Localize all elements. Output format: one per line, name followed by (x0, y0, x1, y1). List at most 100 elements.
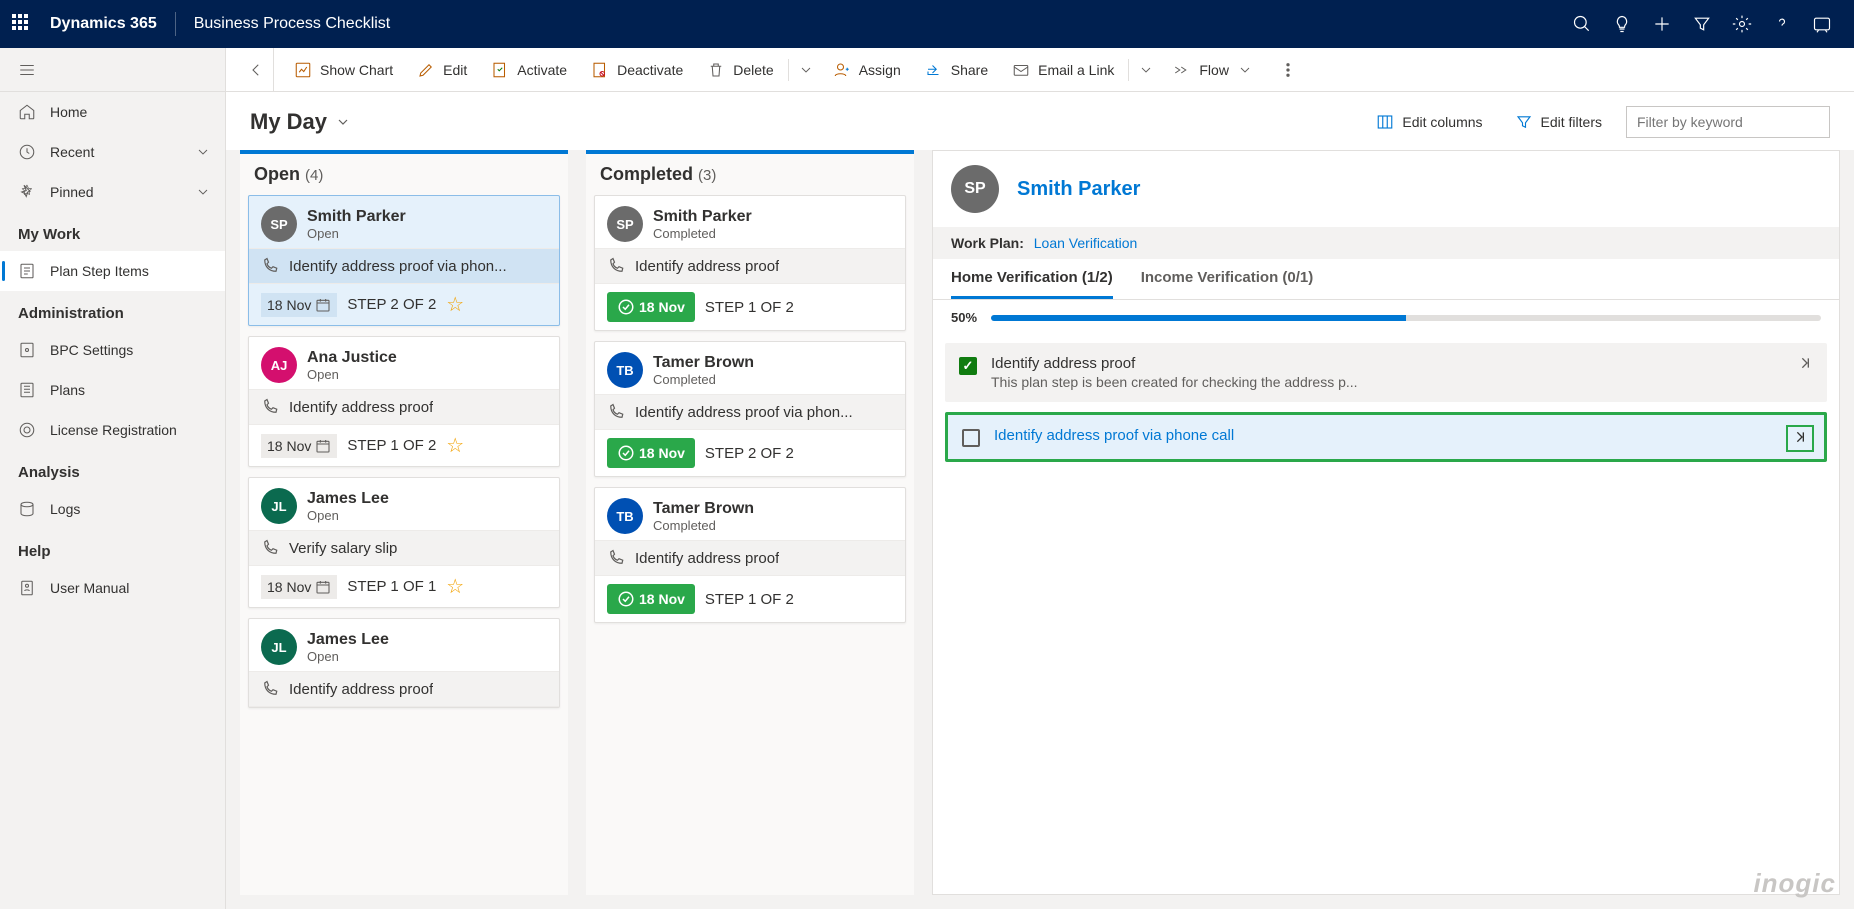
card-status: Completed (653, 226, 752, 241)
nav-label: BPC Settings (50, 342, 211, 358)
details-pane: SP Smith Parker Work Plan: Loan Verifica… (932, 150, 1840, 895)
card[interactable]: SPSmith ParkerOpenIdentify address proof… (248, 195, 560, 326)
card-task: Identify address proof via phon... (635, 404, 853, 421)
cmd-delete[interactable]: Delete (695, 52, 785, 88)
checkbox[interactable] (962, 429, 980, 447)
step-label: STEP 2 OF 2 (347, 296, 436, 313)
nav-label: Plan Step Items (50, 263, 211, 279)
assistant-icon[interactable] (1802, 0, 1842, 48)
column-count: (4) (305, 167, 323, 184)
cmd-flow[interactable]: Flow (1161, 52, 1265, 88)
tab[interactable]: Income Verification (0/1) (1141, 269, 1314, 299)
card-task: Identify address proof (635, 258, 779, 275)
cmd-email-dropdown[interactable] (1131, 52, 1161, 88)
nav-plans[interactable]: Plans (0, 370, 225, 410)
nav-plan-step-items[interactable]: Plan Step Items (0, 251, 225, 291)
card[interactable]: TBTamer BrownCompletedIdentify address p… (594, 487, 906, 623)
step-label: STEP 1 OF 2 (347, 437, 436, 454)
filter-keyword-field[interactable] (1626, 106, 1830, 138)
date-chip: 18 Nov (261, 293, 337, 317)
card-status: Open (307, 226, 406, 241)
cmd-deactivate[interactable]: Deactivate (579, 52, 695, 88)
card-status: Open (307, 367, 397, 382)
filter-icon[interactable] (1682, 0, 1722, 48)
section-analysis: Analysis (0, 450, 225, 489)
cmd-share[interactable]: Share (913, 52, 1000, 88)
cmd-edit[interactable]: Edit (405, 52, 479, 88)
tab[interactable]: Home Verification (1/2) (951, 269, 1113, 299)
cmd-delete-dropdown[interactable] (791, 52, 821, 88)
plan-item-title[interactable]: Identify address proof via phone call (994, 427, 1810, 444)
cmd-label: Assign (859, 62, 901, 78)
card[interactable]: JLJames LeeOpenIdentify address proof (248, 618, 560, 708)
app-launcher-icon[interactable] (12, 14, 32, 34)
nav-license[interactable]: License Registration (0, 410, 225, 450)
card-status: Open (307, 649, 389, 664)
cmd-more[interactable] (1273, 61, 1303, 79)
avatar: TB (607, 498, 643, 534)
checkbox[interactable] (959, 357, 977, 375)
progress-bar (991, 315, 1821, 321)
chevron-down-icon (195, 184, 211, 200)
card[interactable]: SPSmith ParkerCompletedIdentify address … (594, 195, 906, 331)
top-bar: Dynamics 365 Business Process Checklist (0, 0, 1854, 48)
help-icon[interactable] (1762, 0, 1802, 48)
date-chip: 18 Nov (261, 434, 337, 458)
column-open: Open (4) SPSmith ParkerOpenIdentify addr… (240, 150, 568, 895)
card[interactable]: JLJames LeeOpenVerify salary slip18 NovS… (248, 477, 560, 608)
nav-logs[interactable]: Logs (0, 489, 225, 529)
card-person: Smith Parker (307, 207, 406, 226)
nav-label: Home (50, 104, 211, 120)
back-button[interactable] (238, 48, 274, 92)
plan-item[interactable]: Identify address proof via phone call (945, 412, 1827, 462)
card[interactable]: AJAna JusticeOpenIdentify address proof1… (248, 336, 560, 467)
cmd-label: Share (951, 62, 988, 78)
nav-bpc-settings[interactable]: BPC Settings (0, 330, 225, 370)
star-icon: ☆ (446, 292, 464, 317)
card[interactable]: TBTamer BrownCompletedIdentify address p… (594, 341, 906, 477)
nav-recent[interactable]: Recent (0, 132, 225, 172)
nav-pinned[interactable]: Pinned (0, 172, 225, 212)
card-status: Completed (653, 372, 754, 387)
card-task: Verify salary slip (289, 540, 397, 557)
search-icon[interactable] (1562, 0, 1602, 48)
cmd-activate[interactable]: Activate (479, 52, 579, 88)
plan-item-title: Identify address proof (991, 355, 1813, 372)
plan-item[interactable]: Identify address proofThis plan step is … (945, 343, 1827, 402)
edit-filters-button[interactable]: Edit filters (1507, 107, 1610, 137)
tool-label: Edit filters (1541, 114, 1602, 130)
brand[interactable]: Dynamics 365 (50, 15, 157, 33)
nav-user-manual[interactable]: User Manual (0, 568, 225, 608)
open-item-button[interactable] (1793, 353, 1817, 376)
edit-columns-button[interactable]: Edit columns (1368, 107, 1490, 137)
sidebar-toggle[interactable] (0, 48, 225, 92)
card-person: James Lee (307, 630, 389, 649)
card-task: Identify address proof via phon... (289, 258, 507, 275)
filter-input[interactable] (1637, 114, 1819, 130)
contact-name-link[interactable]: Smith Parker (1017, 178, 1140, 201)
cmd-assign[interactable]: Assign (821, 52, 913, 88)
divider (175, 12, 176, 36)
card-person: James Lee (307, 489, 389, 508)
cmd-label: Flow (1199, 62, 1229, 78)
workplan-link[interactable]: Loan Verification (1034, 235, 1138, 251)
section-help: Help (0, 529, 225, 568)
cmd-show-chart[interactable]: Show Chart (282, 52, 405, 88)
lightbulb-icon[interactable] (1602, 0, 1642, 48)
card-task: Identify address proof (635, 550, 779, 567)
column-completed: Completed (3) SPSmith ParkerCompletedIde… (586, 150, 914, 895)
nav-label: Logs (50, 501, 211, 517)
column-title: Open (254, 164, 300, 184)
add-icon[interactable] (1642, 0, 1682, 48)
avatar: AJ (261, 347, 297, 383)
view-selector[interactable]: My Day (250, 109, 351, 135)
nav-home[interactable]: Home (0, 92, 225, 132)
settings-icon[interactable] (1722, 0, 1762, 48)
command-bar: Show Chart Edit Activate Deactivate Dele… (226, 48, 1854, 92)
open-item-button[interactable] (1786, 425, 1814, 452)
step-label: STEP 1 OF 2 (705, 591, 794, 608)
date-chip: 18 Nov (607, 438, 695, 468)
cmd-email-link[interactable]: Email a Link (1000, 52, 1126, 88)
step-label: STEP 1 OF 1 (347, 578, 436, 595)
card-task: Identify address proof (289, 399, 433, 416)
